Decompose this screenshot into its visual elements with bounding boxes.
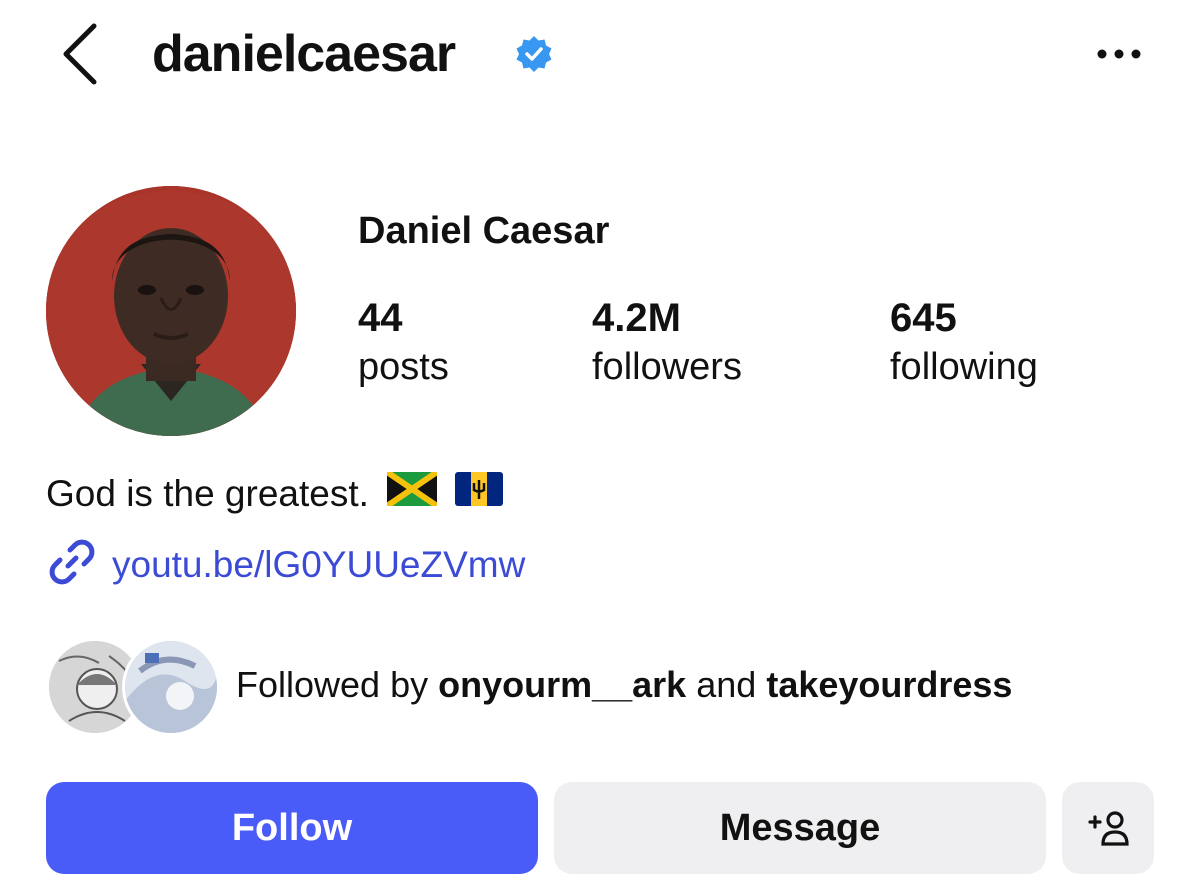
mutual-user-2[interactable]: takeyourdress xyxy=(766,664,1012,705)
follow-button[interactable]: Follow xyxy=(46,782,538,874)
followers-count: 4.2M xyxy=(592,296,681,340)
posts-stat[interactable]: 44 posts xyxy=(358,294,449,392)
followed-by-prefix: Followed by xyxy=(236,664,429,705)
link-icon xyxy=(46,536,98,593)
avatar-photo xyxy=(46,186,296,436)
mutual-followers-avatars[interactable] xyxy=(46,638,220,736)
posts-label: posts xyxy=(358,346,449,388)
following-label: following xyxy=(890,346,1038,388)
bio-text: God is the greatest. xyxy=(46,473,369,514)
back-button[interactable] xyxy=(50,18,110,90)
back-icon xyxy=(63,23,97,85)
followed-by-joiner: and xyxy=(696,664,757,705)
barbados-flag-icon xyxy=(454,470,503,518)
posts-count: 44 xyxy=(358,296,403,340)
message-button[interactable]: Message xyxy=(554,782,1046,874)
followers-label: followers xyxy=(592,346,742,388)
followed-by-text[interactable]: Followed by onyourm__ark and takeyourdre… xyxy=(236,660,1012,710)
profile-display-name: Daniel Caesar xyxy=(358,210,610,252)
more-options-button[interactable] xyxy=(1090,36,1150,72)
jamaica-flag-icon xyxy=(385,469,439,518)
verified-badge-icon xyxy=(514,34,554,74)
following-count: 645 xyxy=(890,296,957,340)
suggested-accounts-button[interactable] xyxy=(1062,782,1154,874)
link-text[interactable]: youtu.be/lG0YUUeZVmw xyxy=(112,541,525,589)
mutual-user-1[interactable]: onyourm__ark xyxy=(438,664,686,705)
profile-username: danielcaesar xyxy=(152,25,456,83)
mutual-avatar xyxy=(122,638,220,736)
add-person-icon xyxy=(1088,811,1129,846)
following-stat[interactable]: 645 following xyxy=(890,294,1038,392)
bio-link[interactable]: youtu.be/lG0YUUeZVmw xyxy=(46,536,525,593)
profile-bio: God is the greatest. xyxy=(46,469,503,518)
more-icon xyxy=(1097,49,1141,59)
profile-avatar[interactable] xyxy=(46,186,296,436)
followers-stat[interactable]: 4.2M followers xyxy=(592,294,742,392)
